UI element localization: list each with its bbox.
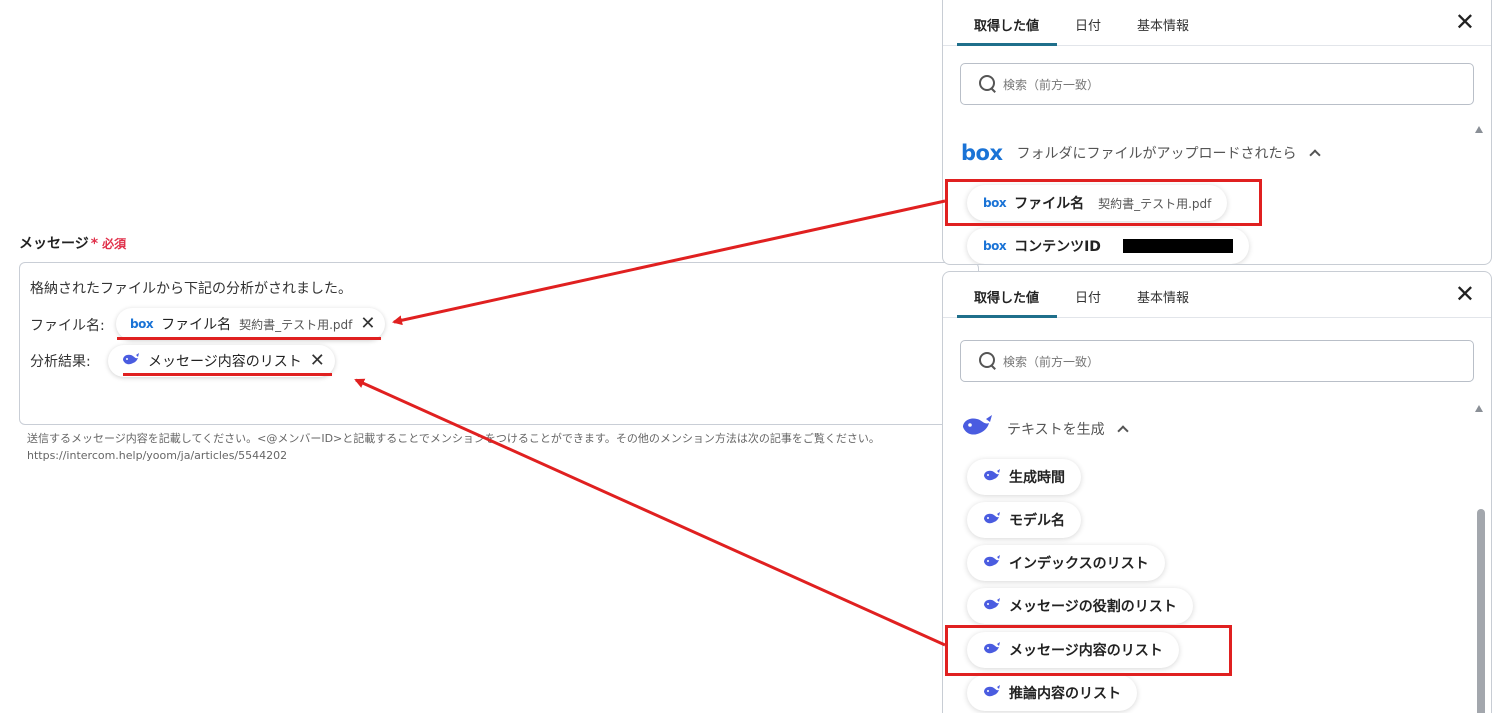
chip-label: ファイル名 <box>161 317 232 333</box>
highlight-underline-file <box>117 337 381 340</box>
close-icon[interactable]: ✕ <box>1455 10 1475 34</box>
item-label: メッセージの役割のリスト <box>1009 599 1177 615</box>
search-icon <box>979 75 997 93</box>
list-item-reasoning-list[interactable]: 推論内容のリスト <box>967 675 1137 711</box>
chevron-up-icon <box>1308 149 1321 161</box>
scroll-up-icon[interactable] <box>1475 126 1483 133</box>
section-title: テキストを生成 <box>1007 422 1105 438</box>
active-tab-indicator <box>957 315 1057 318</box>
message-textarea[interactable]: 格納されたファイルから下記の分析がされました。 ファイル名: 分析結果: box… <box>19 262 979 425</box>
list-item-index-list[interactable]: インデックスのリスト <box>967 545 1165 581</box>
search-icon <box>979 352 997 370</box>
whale-icon <box>983 554 1001 573</box>
tab-date[interactable]: 日付 <box>1075 287 1101 306</box>
search-input[interactable]: 検索（前方一致） <box>960 63 1474 105</box>
whale-icon <box>983 597 1001 616</box>
message-label-text: メッセージ <box>19 236 89 252</box>
scroll-up-icon[interactable] <box>1475 405 1483 412</box>
list-item-content-id[interactable]: box コンテンツID <box>967 228 1249 264</box>
search-placeholder: 検索（前方一致） <box>1003 354 1100 369</box>
highlight-box-file-name <box>945 179 1262 226</box>
tab-date[interactable]: 日付 <box>1075 15 1101 34</box>
message-help-text: 送信するメッセージ内容を記載してください。<@メンバーID>と記載することでメン… <box>27 430 947 464</box>
close-icon[interactable]: ✕ <box>1455 282 1475 306</box>
tab-retrieved-values[interactable]: 取得した値 <box>974 15 1039 34</box>
search-placeholder: 検索（前方一致） <box>1003 77 1100 92</box>
help-link[interactable]: https://intercom.help/yoom/ja/articles/5… <box>27 447 947 464</box>
tab-basic-info[interactable]: 基本情報 <box>1137 287 1189 306</box>
section-header-generate-text[interactable]: テキストを生成 <box>961 415 1129 443</box>
box-icon: box <box>130 317 154 331</box>
message-line-result-label: 分析結果: <box>30 354 91 370</box>
whale-icon <box>122 352 140 371</box>
chevron-up-icon <box>1116 425 1129 437</box>
list-item-generation-time[interactable]: 生成時間 <box>967 459 1081 495</box>
message-line-intro: 格納されたファイルから下記の分析がされました。 <box>30 281 352 297</box>
chip-remove-icon[interactable]: ✕ <box>310 352 325 370</box>
panel-tabs: 取得した値 日付 基本情報 <box>943 0 1491 46</box>
highlight-underline-result <box>123 373 332 376</box>
tab-retrieved-values[interactable]: 取得した値 <box>974 287 1039 306</box>
section-title: フォルダにファイルがアップロードされたら <box>1016 146 1297 162</box>
item-label: モデル名 <box>1009 513 1065 529</box>
chip-value: 契約書_テスト用.pdf <box>239 317 353 332</box>
item-label: 生成時間 <box>1009 470 1065 486</box>
section-header-box-trigger[interactable]: box フォルダにファイルがアップロードされたら <box>961 141 1321 165</box>
panel-tabs: 取得した値 日付 基本情報 <box>943 272 1491 318</box>
tab-basic-info[interactable]: 基本情報 <box>1137 15 1189 34</box>
scrollbar-thumb[interactable] <box>1477 509 1485 713</box>
message-field-label: メッセージ * 必須 <box>19 233 126 253</box>
whale-icon <box>983 468 1001 487</box>
variable-chip-file-name[interactable]: box ファイル名 契約書_テスト用.pdf ✕ <box>116 308 386 340</box>
whale-icon <box>983 511 1001 530</box>
active-tab-indicator <box>957 43 1057 46</box>
item-label: インデックスのリスト <box>1009 556 1149 572</box>
chip-label: メッセージ内容のリスト <box>148 354 302 370</box>
box-icon: box <box>961 141 1003 165</box>
message-line-file-label: ファイル名: <box>30 318 105 334</box>
item-label: コンテンツID <box>1014 239 1101 255</box>
highlight-box-message-content <box>945 625 1232 676</box>
list-item-message-role-list[interactable]: メッセージの役割のリスト <box>967 588 1193 624</box>
whale-icon <box>961 415 993 443</box>
item-label: 推論内容のリスト <box>1009 686 1121 702</box>
required-badge: 必須 <box>102 237 127 251</box>
redacted-value <box>1122 239 1233 253</box>
required-star: * <box>90 236 99 252</box>
chip-remove-icon[interactable]: ✕ <box>360 315 375 333</box>
box-icon: box <box>983 239 1007 253</box>
help-text-line: 送信するメッセージ内容を記載してください。<@メンバーID>と記載することでメン… <box>27 432 880 445</box>
whale-icon <box>983 684 1001 703</box>
list-item-model-name[interactable]: モデル名 <box>967 502 1081 538</box>
search-input[interactable]: 検索（前方一致） <box>960 340 1474 382</box>
